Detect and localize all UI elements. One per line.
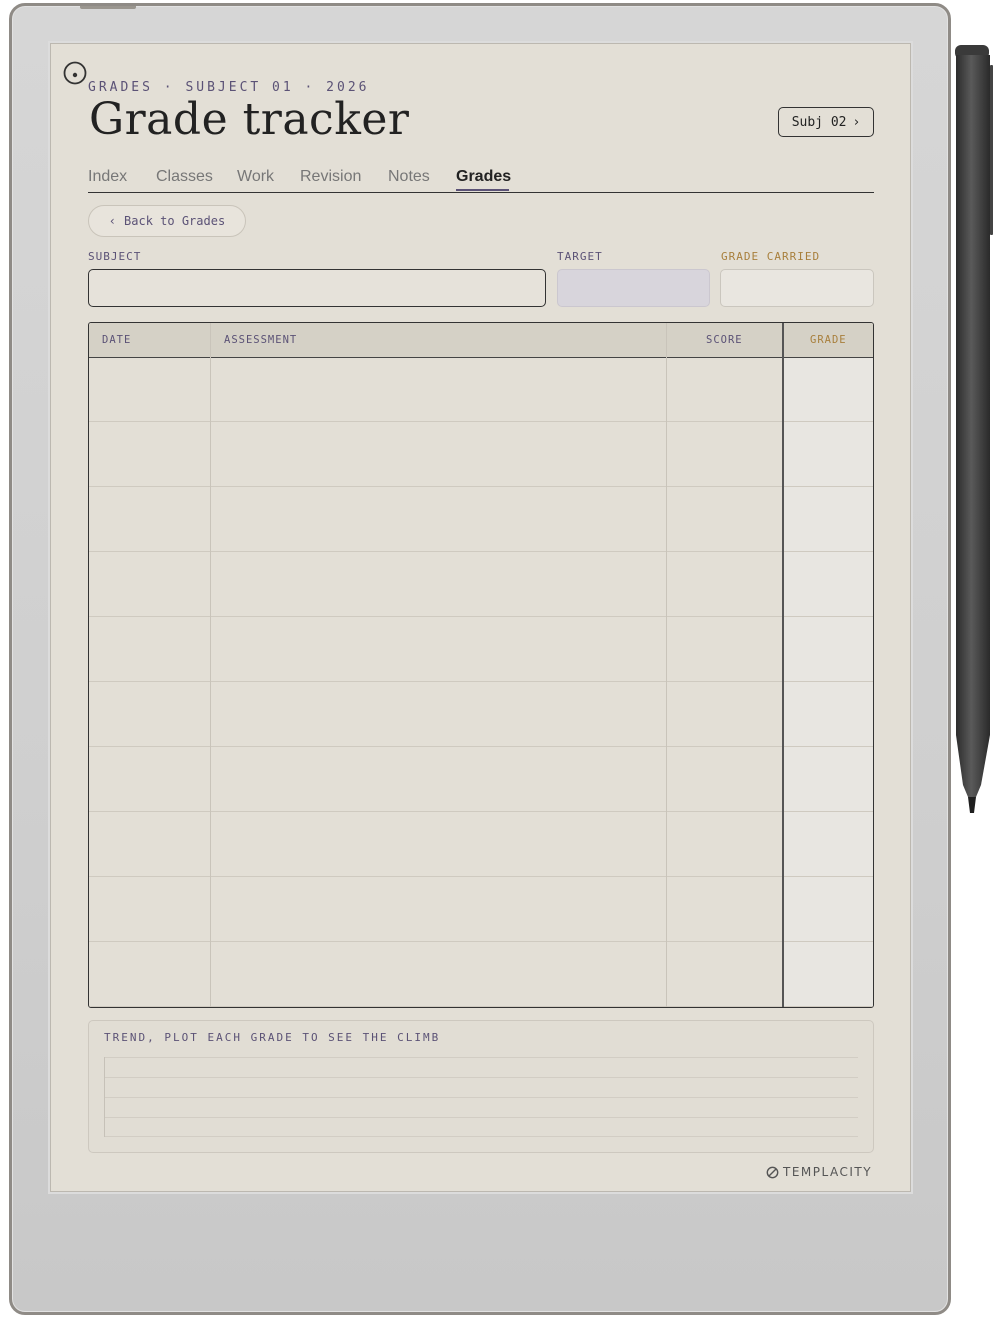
table-row (89, 682, 873, 747)
trend-gridline (105, 1057, 858, 1058)
column-header-assessment: ASSESSMENT (224, 334, 298, 346)
next-subject-label: Subj 02 (791, 114, 847, 130)
date-cell[interactable] (89, 357, 210, 421)
chevron-right-icon: › (852, 114, 861, 130)
brand-name: TEMPLACITY (783, 1165, 873, 1179)
score-cell[interactable] (666, 877, 782, 941)
templacity-logo-icon (766, 1166, 779, 1178)
trend-gridline (105, 1077, 858, 1078)
back-label: Back to Grades (124, 214, 226, 228)
column-divider (666, 323, 667, 1007)
trend-gridline (105, 1136, 858, 1137)
grade-cell[interactable] (782, 682, 873, 746)
grade-cell[interactable] (782, 812, 873, 876)
table-row (89, 552, 873, 617)
grades-table: DATE ASSESSMENT SCORE GRADE (88, 322, 874, 1008)
grade-cell[interactable] (782, 617, 873, 681)
trend-gridline (105, 1117, 858, 1118)
table-row (89, 357, 873, 422)
subject-input[interactable] (88, 269, 546, 307)
date-cell[interactable] (89, 747, 210, 811)
score-cell[interactable] (666, 552, 782, 616)
tab-work[interactable]: Work (237, 168, 274, 186)
column-header-date: DATE (102, 334, 132, 346)
page-title: Grade tracker (89, 94, 410, 145)
date-cell[interactable] (89, 552, 210, 616)
assessment-cell[interactable] (210, 422, 666, 486)
grade-cell[interactable] (782, 877, 873, 941)
grade-cell[interactable] (782, 552, 873, 616)
tab-bar: Index Classes Work Revision Notes Grades (88, 166, 874, 193)
active-tab-indicator (456, 189, 509, 191)
grade-cell[interactable] (782, 357, 873, 421)
table-row (89, 422, 873, 487)
score-cell[interactable] (666, 942, 782, 1006)
column-header-grade: GRADE (810, 334, 847, 346)
date-cell[interactable] (89, 812, 210, 876)
trend-label: TREND, PLOT EACH GRADE TO SEE THE CLIMB (104, 1031, 441, 1044)
chevron-left-icon: ‹ (108, 214, 117, 228)
tab-index[interactable]: Index (88, 168, 127, 186)
grade-cell[interactable] (782, 487, 873, 551)
grade-carried-input[interactable] (720, 269, 874, 307)
date-cell[interactable] (89, 682, 210, 746)
assessment-cell[interactable] (210, 812, 666, 876)
breadcrumb: GRADES · SUBJECT 01 · 2026 (88, 80, 370, 95)
table-row (89, 812, 873, 877)
assessment-cell[interactable] (210, 487, 666, 551)
date-cell[interactable] (89, 422, 210, 486)
date-cell[interactable] (89, 617, 210, 681)
table-row (89, 487, 873, 552)
score-cell[interactable] (666, 617, 782, 681)
table-row (89, 942, 873, 1007)
score-cell[interactable] (666, 682, 782, 746)
assessment-cell[interactable] (210, 617, 666, 681)
column-divider (210, 323, 211, 1007)
trend-plot-area[interactable] (104, 1057, 858, 1137)
tab-revision[interactable]: Revision (300, 168, 361, 186)
assessment-cell[interactable] (210, 552, 666, 616)
back-to-grades-button[interactable]: ‹ Back to Grades (88, 205, 246, 237)
power-icon[interactable] (63, 61, 87, 85)
assessment-cell[interactable] (210, 357, 666, 421)
stylus-pen-icon (955, 45, 993, 813)
tab-grades[interactable]: Grades (456, 168, 511, 186)
device-button[interactable] (80, 6, 136, 9)
next-subject-button[interactable]: Subj 02 › (778, 107, 874, 137)
score-cell[interactable] (666, 487, 782, 551)
trend-gridline (105, 1097, 858, 1098)
score-cell[interactable] (666, 747, 782, 811)
table-header: DATE ASSESSMENT SCORE GRADE (89, 323, 873, 358)
screen: GRADES · SUBJECT 01 · 2026 Grade tracker… (50, 43, 911, 1192)
date-cell[interactable] (89, 487, 210, 551)
table-row (89, 617, 873, 682)
subject-label: SUBJECT (88, 250, 142, 263)
assessment-cell[interactable] (210, 942, 666, 1006)
table-row (89, 877, 873, 942)
score-cell[interactable] (666, 812, 782, 876)
assessment-cell[interactable] (210, 747, 666, 811)
score-cell[interactable] (666, 357, 782, 421)
grade-carried-label: GRADE CARRIED (721, 250, 821, 263)
tab-classes[interactable]: Classes (156, 168, 213, 186)
grade-cell[interactable] (782, 422, 873, 486)
trend-panel: TREND, PLOT EACH GRADE TO SEE THE CLIMB (88, 1020, 874, 1153)
assessment-cell[interactable] (210, 877, 666, 941)
score-cell[interactable] (666, 422, 782, 486)
table-row (89, 747, 873, 812)
grade-cell[interactable] (782, 942, 873, 1006)
brand-footer: TEMPLACITY (766, 1163, 876, 1181)
column-divider-grade (782, 323, 784, 1007)
assessment-cell[interactable] (210, 682, 666, 746)
date-cell[interactable] (89, 877, 210, 941)
target-input[interactable] (557, 269, 710, 307)
target-label: TARGET (557, 250, 603, 263)
date-cell[interactable] (89, 942, 210, 1006)
grade-cell[interactable] (782, 747, 873, 811)
tab-notes[interactable]: Notes (388, 168, 430, 186)
column-header-score: SCORE (706, 334, 743, 346)
